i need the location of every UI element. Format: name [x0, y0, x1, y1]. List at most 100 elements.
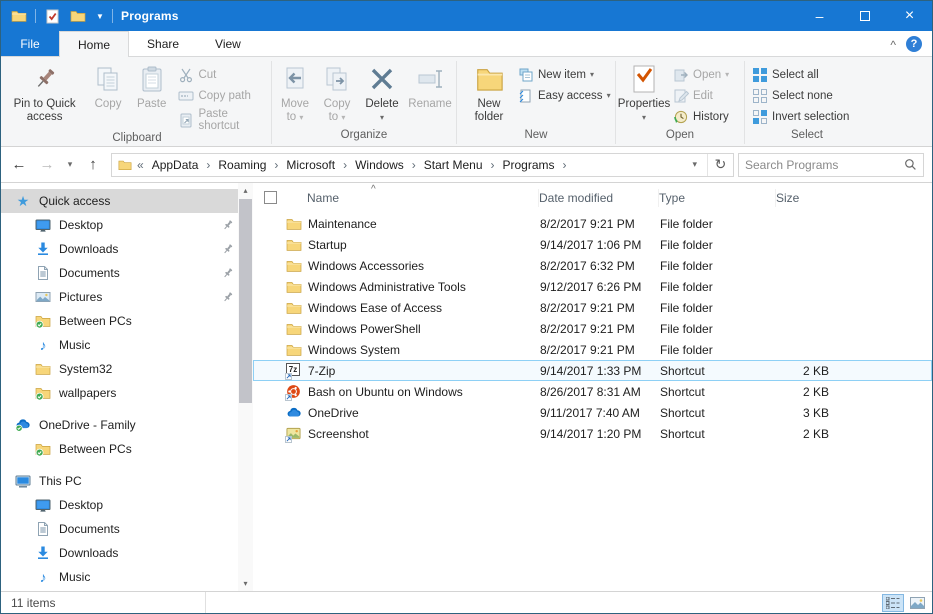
- dropdown-caret-icon: ▾: [590, 70, 594, 79]
- sidebar-item-pictures[interactable]: Pictures: [1, 285, 238, 309]
- sidebar-item-music[interactable]: ♪Music: [1, 565, 238, 589]
- paste-shortcut-button[interactable]: Paste shortcut: [177, 108, 271, 132]
- open-button[interactable]: Open ▾: [672, 66, 729, 83]
- scrollbar-track[interactable]: [238, 198, 253, 576]
- sidebar-item-documents[interactable]: Documents: [1, 517, 238, 541]
- this-pc-icon: [15, 473, 31, 489]
- new-folder-button[interactable]: New folder: [465, 60, 513, 124]
- qat-properties-button[interactable]: [42, 6, 62, 26]
- breadcrumb-separator-icon[interactable]: ›: [489, 158, 497, 172]
- maximize-button[interactable]: [842, 1, 887, 31]
- address-breadcrumb-bar[interactable]: « AppData›Roaming›Microsoft›Windows›Star…: [111, 153, 734, 177]
- scrollbar-thumb[interactable]: [239, 199, 252, 403]
- file-row-screenshot[interactable]: Screenshot9/14/2017 1:20 PMShortcut2 KB: [253, 423, 932, 444]
- file-row-onedrive[interactable]: OneDrive9/11/2017 7:40 AMShortcut3 KB: [253, 402, 932, 423]
- sidebar-scrollbar[interactable]: ▴ ▾: [238, 183, 253, 591]
- rename-button[interactable]: Rename: [406, 60, 454, 111]
- column-header-type[interactable]: Type: [659, 189, 776, 207]
- tab-share[interactable]: Share: [129, 31, 197, 56]
- file-row-windows-accessories[interactable]: Windows Accessories8/2/2017 6:32 PMFile …: [253, 255, 932, 276]
- refresh-icon[interactable]: ↻: [707, 154, 733, 176]
- sidebar-item-quick-access[interactable]: ★Quick access: [1, 189, 238, 213]
- collapse-ribbon-icon[interactable]: ^: [890, 38, 896, 52]
- quick-access-icon: ★: [15, 193, 31, 209]
- properties-button[interactable]: Properties▾: [616, 60, 672, 124]
- main-area: ★Quick accessDesktopDownloadsDocumentsPi…: [1, 183, 932, 591]
- delete-button[interactable]: Delete▾: [358, 60, 406, 124]
- search-icon[interactable]: [904, 158, 917, 171]
- dropdown-caret-icon: ▾: [299, 113, 303, 122]
- recent-locations-dropdown[interactable]: ▾: [63, 153, 77, 177]
- file-row-startup[interactable]: Startup9/14/2017 1:06 PMFile folder: [253, 234, 932, 255]
- up-button[interactable]: ↑: [81, 153, 105, 177]
- sidebar-item-system32[interactable]: System32: [1, 357, 238, 381]
- tab-file[interactable]: File: [1, 31, 59, 56]
- large-icons-view-button[interactable]: [906, 594, 928, 612]
- back-button[interactable]: ←: [7, 153, 31, 177]
- file-row-windows-administrative-tools[interactable]: Windows Administrative Tools9/12/2017 6:…: [253, 276, 932, 297]
- copy-to-button[interactable]: Copy to ▾: [316, 60, 358, 124]
- breadcrumb-item[interactable]: Programs: [499, 158, 559, 172]
- details-view-button[interactable]: [882, 594, 904, 612]
- edit-button[interactable]: Edit: [672, 87, 729, 104]
- new-item-button[interactable]: New item ▾: [517, 66, 611, 83]
- qat-new-folder-button[interactable]: [68, 6, 88, 26]
- cut-button[interactable]: Cut: [177, 66, 271, 83]
- scroll-up-icon[interactable]: ▴: [238, 183, 253, 198]
- sidebar-item-desktop[interactable]: Desktop: [1, 213, 238, 237]
- copy-path-button[interactable]: Copy path: [177, 87, 271, 104]
- easy-access-button[interactable]: Easy access ▾: [517, 87, 611, 104]
- breadcrumb-separator-icon[interactable]: ›: [410, 158, 418, 172]
- breadcrumb-item[interactable]: Microsoft: [282, 158, 339, 172]
- breadcrumb-separator-icon[interactable]: ›: [561, 158, 569, 172]
- sidebar-item-onedrive-family[interactable]: OneDrive - Family: [1, 413, 238, 437]
- breadcrumb-item[interactable]: AppData: [148, 158, 203, 172]
- sidebar-item-documents[interactable]: Documents: [1, 261, 238, 285]
- help-icon[interactable]: ?: [906, 36, 922, 52]
- address-dropdown-icon[interactable]: ▾: [684, 159, 705, 170]
- tab-home[interactable]: Home: [59, 31, 129, 57]
- sidebar-item-between-pcs[interactable]: Between PCs: [1, 309, 238, 333]
- qat-customize-dropdown[interactable]: ▼: [94, 6, 106, 26]
- forward-button[interactable]: →: [35, 153, 59, 177]
- dropdown-caret-icon: ▾: [380, 113, 384, 122]
- column-header-size[interactable]: Size: [776, 189, 846, 207]
- pin-to-quick-access-button[interactable]: Pin to Quick access: [3, 60, 86, 124]
- breadcrumb-item[interactable]: Roaming: [214, 158, 270, 172]
- history-button[interactable]: History: [672, 108, 729, 125]
- breadcrumb-separator-icon[interactable]: ›: [341, 158, 349, 172]
- breadcrumb-overflow[interactable]: «: [135, 158, 146, 172]
- file-row-maintenance[interactable]: Maintenance8/2/2017 9:21 PMFile folder: [253, 213, 932, 234]
- breadcrumb-separator-icon[interactable]: ›: [272, 158, 280, 172]
- search-input[interactable]: [745, 158, 900, 172]
- close-button[interactable]: ×: [887, 1, 932, 31]
- sidebar-item-wallpapers[interactable]: wallpapers: [1, 381, 238, 405]
- breadcrumb-item[interactable]: Windows: [351, 158, 408, 172]
- copy-button[interactable]: Copy: [86, 60, 130, 111]
- file-row-7-zip[interactable]: 7z7-Zip9/14/2017 1:33 PMShortcut2 KB: [253, 360, 932, 381]
- sidebar-item-desktop[interactable]: Desktop: [1, 493, 238, 517]
- tab-view[interactable]: View: [197, 31, 259, 56]
- sidebar-item-downloads[interactable]: Downloads: [1, 237, 238, 261]
- minimize-button[interactable]: –: [797, 1, 842, 31]
- column-header-name[interactable]: Name^: [307, 189, 539, 207]
- breadcrumb-separator-icon[interactable]: ›: [204, 158, 212, 172]
- select-all-button[interactable]: Select all: [751, 66, 849, 83]
- sidebar-item-music[interactable]: ♪Music: [1, 333, 238, 357]
- select-all-checkbox[interactable]: [264, 191, 277, 204]
- paste-button[interactable]: Paste: [130, 60, 174, 111]
- address-bar-row: ← → ▾ ↑ « AppData›Roaming›Microsoft›Wind…: [1, 147, 932, 183]
- file-row-windows-ease-of-access[interactable]: Windows Ease of Access8/2/2017 9:21 PMFi…: [253, 297, 932, 318]
- column-header-date-modified[interactable]: Date modified: [539, 189, 659, 207]
- sidebar-item-this-pc[interactable]: This PC: [1, 469, 238, 493]
- sidebar-item-between-pcs[interactable]: Between PCs: [1, 437, 238, 461]
- invert-selection-button[interactable]: Invert selection: [751, 108, 849, 125]
- select-none-button[interactable]: Select none: [751, 87, 849, 104]
- move-to-button[interactable]: Move to ▾: [274, 60, 316, 124]
- file-row-windows-powershell[interactable]: Windows PowerShell8/2/2017 9:21 PMFile f…: [253, 318, 932, 339]
- file-row-bash-on-ubuntu-on-windows[interactable]: Bash on Ubuntu on Windows8/26/2017 8:31 …: [253, 381, 932, 402]
- breadcrumb-item[interactable]: Start Menu: [420, 158, 487, 172]
- scroll-down-icon[interactable]: ▾: [238, 576, 253, 591]
- sidebar-item-downloads[interactable]: Downloads: [1, 541, 238, 565]
- file-row-windows-system[interactable]: Windows System8/2/2017 9:21 PMFile folde…: [253, 339, 932, 360]
